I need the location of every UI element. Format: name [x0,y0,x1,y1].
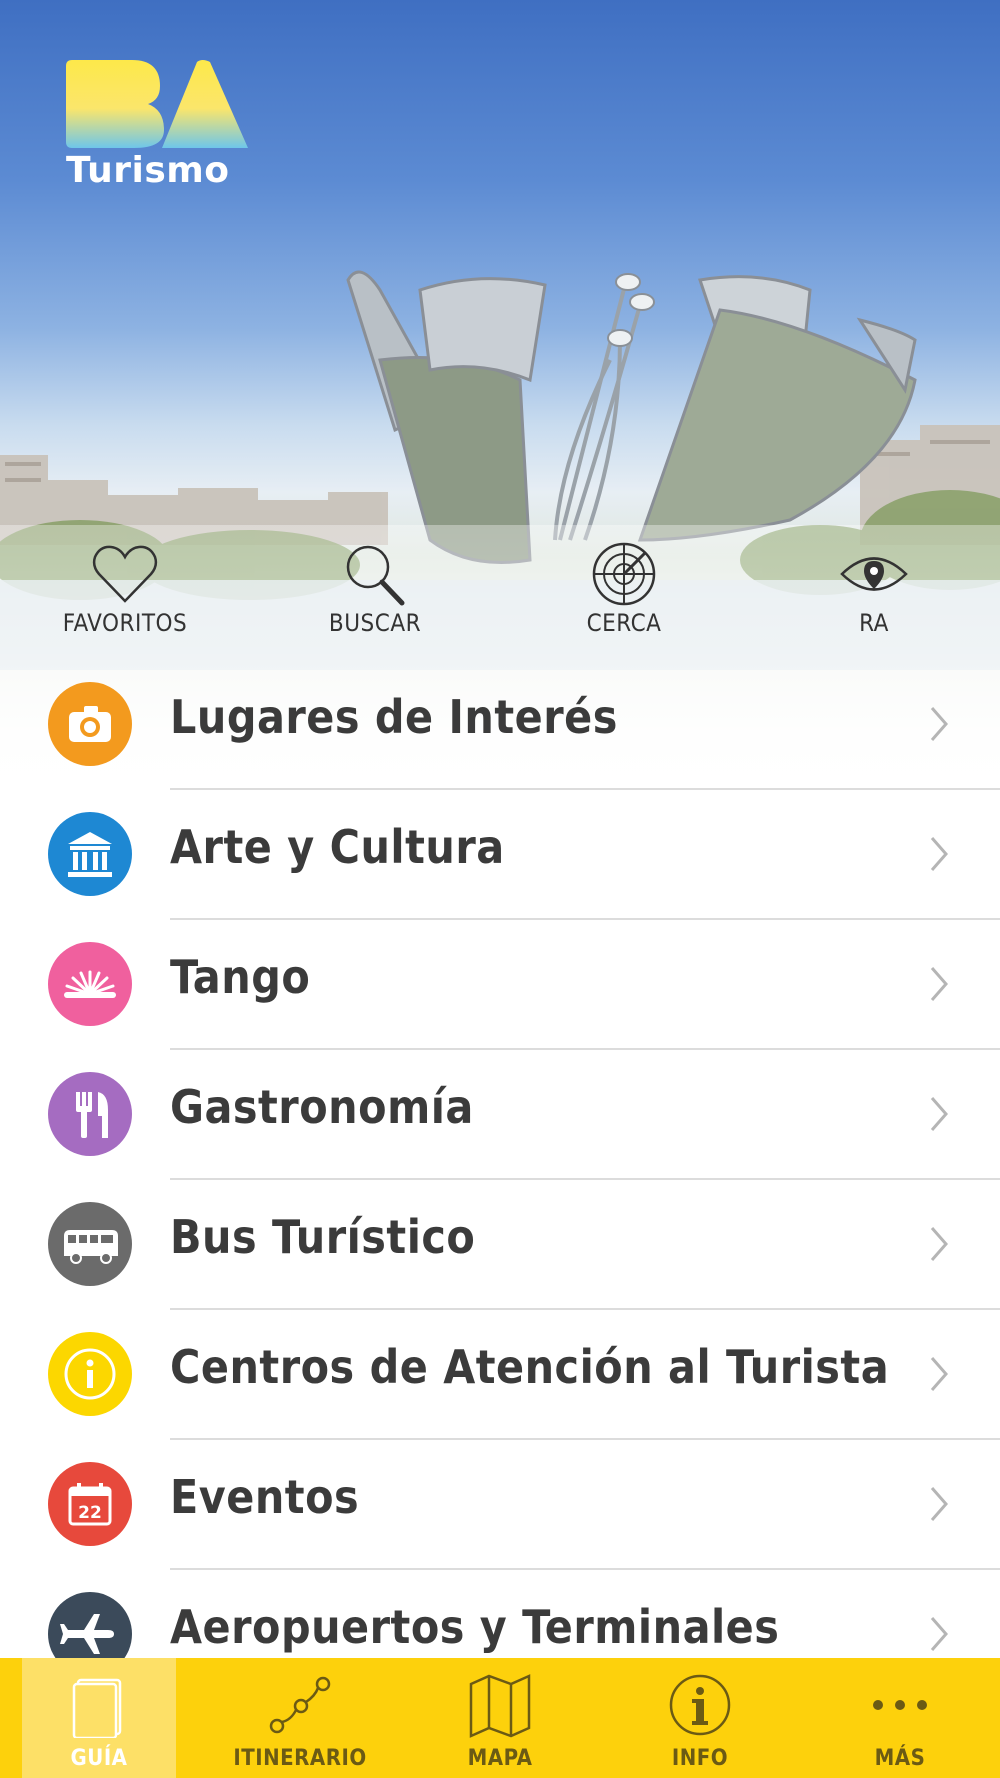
calendar-icon: 22 [48,1462,132,1546]
menu-item-gastronomia[interactable]: Gastronomía [0,1050,1000,1180]
chevron-right-icon [930,1097,948,1131]
chevron-right-icon [930,1227,948,1261]
menu-item-label: Tango [170,950,311,1004]
tab-label: MÁS [874,1746,926,1771]
museum-icon [48,812,132,896]
magnifier-icon [346,545,405,606]
nearby-label: CERCA [586,609,662,637]
tab-guia[interactable]: GUÍA [22,1658,176,1778]
menu-item-label: Arte y Cultura [170,820,505,874]
tab-info[interactable]: INFO [623,1658,777,1778]
bottom-tab-bar: GUÍA ITINERARIO MAPA INFO MÁS [0,1658,1000,1778]
bus-icon [48,1202,132,1286]
tab-label: INFO [671,1746,729,1771]
chevron-right-icon [930,837,948,871]
ar-button[interactable]: RA [794,527,954,647]
camera-icon [48,682,132,766]
logo-text: Turismo [66,150,230,191]
chevron-right-icon [930,1357,948,1391]
search-button[interactable]: BUSCAR [295,527,455,647]
chevron-right-icon [930,967,948,1001]
quick-actions-bar: FAVORITOS BUSCAR CERCA RA [0,527,1000,647]
cutlery-icon [48,1072,132,1156]
menu-item-label: Bus Turístico [170,1210,476,1264]
menu-item-centros[interactable]: Centros de Atención al Turista [0,1310,1000,1440]
ar-label: RA [859,609,889,637]
menu-item-label: Gastronomía [170,1080,474,1134]
search-label: BUSCAR [328,609,422,637]
radar-icon [592,542,656,606]
favorites-button[interactable]: FAVORITOS [45,527,205,647]
map-icon [469,1674,531,1738]
nearby-button[interactable]: CERCA [544,527,704,647]
menu-item-label: Aeropuertos y Terminales [170,1600,780,1654]
menu-item-arte[interactable]: Arte y Cultura [0,790,1000,920]
bandoneon-icon [48,942,132,1026]
tab-label: GUÍA [70,1746,128,1771]
menu-item-tango[interactable]: Tango [0,920,1000,1050]
menu-item-label: Lugares de Interés [170,690,618,744]
tab-label: ITINERARIO [233,1746,367,1771]
route-icon [269,1676,331,1734]
tab-mas[interactable]: MÁS [823,1658,977,1778]
chevron-right-icon [930,707,948,741]
menu-item-lugares[interactable]: Lugares de Interés [0,660,1000,790]
favorites-label: FAVORITOS [62,609,188,637]
menu-item-bus[interactable]: Bus Turístico [0,1180,1000,1310]
menu-item-eventos[interactable]: 22 Eventos [0,1440,1000,1570]
heart-icon [92,545,158,603]
chevron-right-icon [930,1487,948,1521]
calendar-day: 22 [78,1503,102,1523]
tab-mapa[interactable]: MAPA [423,1658,577,1778]
tab-label: MAPA [467,1746,533,1771]
guide-book-icon [72,1678,122,1738]
eye-icon [840,557,908,591]
menu-item-label: Centros de Atención al Turista [170,1340,890,1394]
tab-itinerario[interactable]: ITINERARIO [223,1658,377,1778]
more-dots-icon [873,1700,927,1710]
menu-item-label: Eventos [170,1470,360,1524]
chevron-right-icon [930,1617,948,1651]
info-icon [48,1332,132,1416]
info-circle-icon [669,1674,731,1736]
